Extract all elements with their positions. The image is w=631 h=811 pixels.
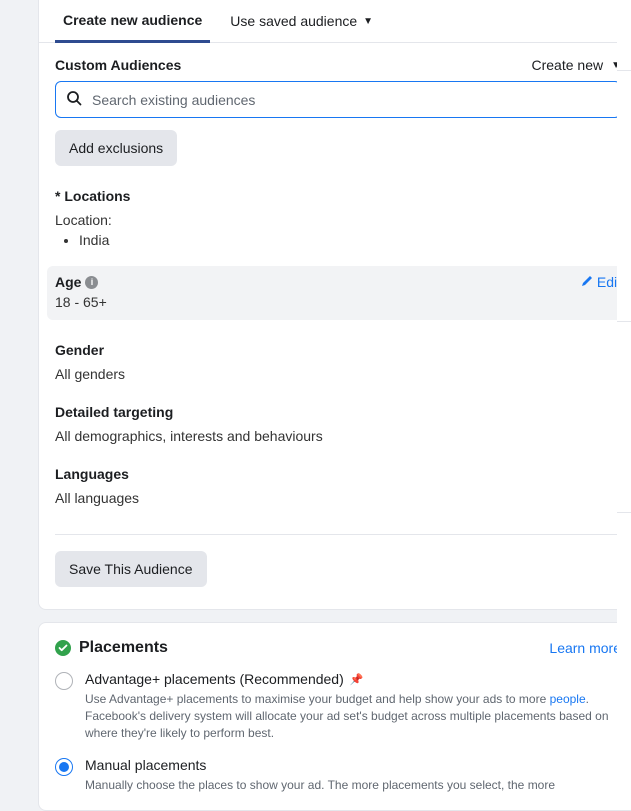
edit-age-button[interactable]: Edit xyxy=(581,274,621,290)
detailed-value: All demographics, interests and behaviou… xyxy=(55,428,621,444)
tab-saved-label: Use saved audience xyxy=(230,13,357,29)
gender-title: Gender xyxy=(55,342,621,358)
people-link[interactable]: people xyxy=(550,692,586,706)
caret-down-icon: ▼ xyxy=(363,16,373,27)
locations-section: * Locations Location: India xyxy=(55,188,621,248)
radio-advantage[interactable] xyxy=(55,672,73,690)
right-panel-edge xyxy=(617,0,631,789)
placements-card: Placements Learn more Advantage+ placeme… xyxy=(38,622,631,811)
advantage-title: Advantage+ placements (Recommended) xyxy=(85,671,344,687)
gender-section: Gender All genders xyxy=(55,342,621,382)
manual-title: Manual placements xyxy=(85,757,206,773)
pin-icon: 📌 xyxy=(350,673,364,686)
tab-create-label: Create new audience xyxy=(63,12,202,28)
create-new-audience-dropdown[interactable]: Create new ▼ xyxy=(532,57,622,73)
age-section: Age i Edit 18 - 65+ xyxy=(47,266,629,320)
audience-search-input[interactable] xyxy=(92,92,610,108)
languages-value: All languages xyxy=(55,490,621,506)
search-icon xyxy=(66,90,82,109)
divider xyxy=(55,534,621,535)
custom-audiences-label: Custom Audiences xyxy=(55,57,181,73)
gender-value: All genders xyxy=(55,366,621,382)
placement-option-advantage[interactable]: Advantage+ placements (Recommended) 📌 Us… xyxy=(55,671,621,741)
advantage-desc: Use Advantage+ placements to maximise yo… xyxy=(85,691,621,741)
tab-use-saved-audience[interactable]: Use saved audience ▼ xyxy=(222,2,381,42)
audience-card: Create new audience Use saved audience ▼… xyxy=(38,0,631,610)
languages-section: Languages All languages xyxy=(55,466,621,506)
detailed-title: Detailed targeting xyxy=(55,404,621,420)
locations-title: * Locations xyxy=(55,188,621,204)
location-label: Location: xyxy=(55,212,621,228)
languages-title: Languages xyxy=(55,466,621,482)
placements-title-row: Placements xyxy=(55,639,168,657)
info-icon[interactable]: i xyxy=(85,276,98,289)
tab-create-new-audience[interactable]: Create new audience xyxy=(55,2,210,43)
radio-manual[interactable] xyxy=(55,758,73,776)
age-title: Age xyxy=(55,274,81,290)
add-exclusions-button[interactable]: Add exclusions xyxy=(55,130,177,166)
save-audience-button[interactable]: Save This Audience xyxy=(55,551,207,587)
audience-tabs: Create new audience Use saved audience ▼ xyxy=(39,2,631,43)
audience-search-box[interactable] xyxy=(55,81,621,118)
learn-more-link[interactable]: Learn more xyxy=(549,640,621,656)
pencil-icon xyxy=(581,274,593,290)
age-value: 18 - 65+ xyxy=(55,294,621,310)
manual-desc: Manually choose the places to show your … xyxy=(85,777,621,794)
create-new-label: Create new xyxy=(532,57,604,73)
check-circle-icon xyxy=(55,640,71,656)
placements-title: Placements xyxy=(79,639,168,657)
detailed-targeting-section: Detailed targeting All demographics, int… xyxy=(55,404,621,444)
location-item: India xyxy=(79,232,621,248)
